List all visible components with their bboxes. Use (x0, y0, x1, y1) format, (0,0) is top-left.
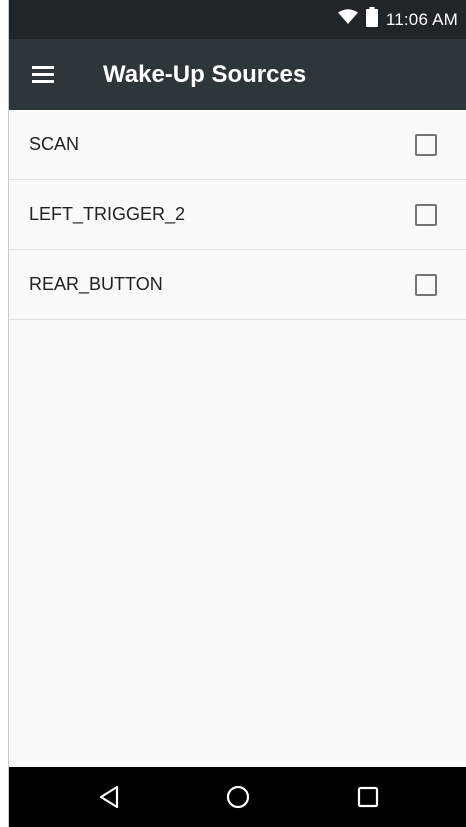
list-item-label: SCAN (29, 134, 80, 154)
list-item-label: LEFT_TRIGGER_2 (29, 204, 186, 224)
list-item-left-trigger-2[interactable]: LEFT_TRIGGER_2 (9, 180, 466, 250)
back-icon[interactable] (95, 782, 125, 812)
status-time: 11:06 AM (385, 9, 458, 29)
recents-icon[interactable] (353, 782, 383, 812)
status-indicators: 11:06 AM (337, 0, 458, 39)
battery-icon (365, 7, 378, 32)
scan-checkbox[interactable] (415, 134, 437, 156)
navigation-bar (9, 767, 466, 827)
list-item-label: REAR_BUTTON (29, 274, 163, 294)
wifi-icon (337, 9, 358, 30)
home-icon[interactable] (223, 782, 253, 812)
list-item-rear-button[interactable]: REAR_BUTTON (9, 250, 466, 320)
hamburger-menu-icon[interactable] (31, 62, 57, 86)
left-trigger-2-checkbox[interactable] (415, 204, 437, 226)
list-item-scan[interactable]: SCAN (9, 110, 466, 180)
app-bar: Wake-Up Sources (9, 39, 466, 110)
page-title: Wake-Up Sources (103, 61, 307, 88)
status-bar: 11:06 AM (9, 0, 466, 39)
wake-up-sources-list: SCAN LEFT_TRIGGER_2 REAR_BUTTON (9, 110, 466, 320)
device-screen: 11:06 AM Wake-Up Sources SCAN LEFT_TRIGG… (8, 0, 466, 827)
rear-button-checkbox[interactable] (415, 274, 437, 296)
